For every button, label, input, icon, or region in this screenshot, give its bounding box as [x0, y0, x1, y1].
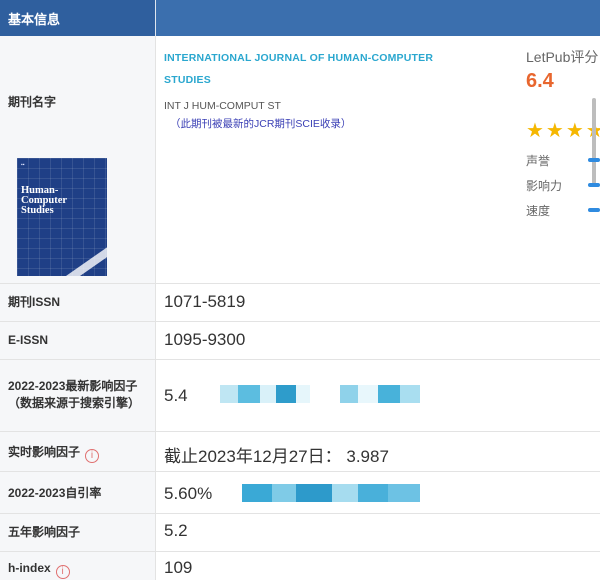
h-index-value: 109: [164, 558, 193, 577]
journal-name-label: 期刊名字: [8, 95, 57, 109]
h-index-row: h-index i 109: [0, 552, 600, 580]
journal-cover-image: ▪▪ Human- Computer Studies: [17, 158, 107, 276]
metric-influence-label: 影响力: [526, 179, 563, 193]
impact-factor-row: 2022-2023最新影响因子 （数据来源于搜索引擎） 5.4: [0, 360, 600, 432]
section-header: 基本信息: [0, 0, 600, 36]
journal-full-name[interactable]: INTERNATIONAL JOURNAL OF HUMAN-COMPUTER …: [164, 47, 464, 91]
info-icon[interactable]: i: [85, 449, 100, 463]
five-year-impact-value: 5.2: [164, 521, 188, 540]
cover-publisher-mark: ▪▪: [21, 162, 25, 168]
metric-reputation-bar: [588, 158, 600, 162]
eissn-label-cell: E-ISSN: [0, 322, 156, 359]
realtime-impact-value: 截止2023年12月27日： 3.987: [164, 447, 389, 466]
section-header-label-cell: 基本信息: [0, 0, 156, 36]
self-citation-label: 2022-2023自引率: [8, 486, 102, 500]
cover-title: Human- Computer Studies: [21, 185, 68, 216]
metric-reputation-label: 声誉: [526, 154, 551, 168]
five-year-impact-label-cell: 五年影响因子: [0, 514, 156, 551]
self-citation-label-cell: 2022-2023自引率: [0, 472, 156, 513]
impact-factor-label: 2022-2023最新影响因子 （数据来源于搜索引擎）: [8, 379, 141, 410]
score-panel-scrollbar[interactable]: [592, 98, 596, 184]
realtime-impact-label-cell: 实时影响因子 i: [0, 432, 156, 471]
star-rating-icon: ★★★★: [526, 120, 600, 142]
issn-row: 期刊ISSN 1071-5819: [0, 284, 600, 322]
journal-abbreviation: INT J HUM-COMPUT ST: [164, 100, 281, 112]
realtime-impact-row: 实时影响因子 i 截止2023年12月27日： 3.987: [0, 432, 600, 472]
impact-factor-value: 5.4: [164, 386, 188, 405]
issn-value: 1071-5819: [164, 292, 246, 311]
self-citation-value: 5.60%: [164, 484, 213, 503]
issn-label-cell: 期刊ISSN: [0, 284, 156, 321]
impact-factor-label-cell: 2022-2023最新影响因子 （数据来源于搜索引擎）: [0, 360, 156, 431]
metric-influence-bar: [588, 183, 600, 187]
info-icon[interactable]: i: [55, 565, 70, 579]
h-index-label: h-index i: [8, 560, 70, 579]
section-title: 基本信息: [8, 12, 61, 27]
five-year-impact-label: 五年影响因子: [8, 525, 81, 539]
issn-label: 期刊ISSN: [8, 295, 61, 309]
letpub-score-title: LetPub评分: [526, 49, 599, 65]
self-citation-row: 2022-2023自引率 5.60%: [0, 472, 600, 514]
metric-speed-label: 速度: [526, 204, 551, 218]
metric-speed-bar: [588, 208, 600, 212]
letpub-score-value: 6.4: [526, 70, 554, 92]
h-index-label-cell: h-index i: [0, 552, 156, 580]
eissn-row: E-ISSN 1095-9300: [0, 322, 600, 360]
eissn-value: 1095-9300: [164, 330, 246, 349]
journal-index-note: （此期刊被最新的JCR期刊SCIE收录）: [170, 118, 352, 130]
five-year-impact-row: 五年影响因子 5.2: [0, 514, 600, 552]
eissn-label: E-ISSN: [8, 333, 49, 347]
realtime-impact-label: 实时影响因子 i: [8, 444, 100, 463]
redacted-ad-image: [242, 484, 420, 502]
redacted-ad-image: [220, 385, 420, 403]
